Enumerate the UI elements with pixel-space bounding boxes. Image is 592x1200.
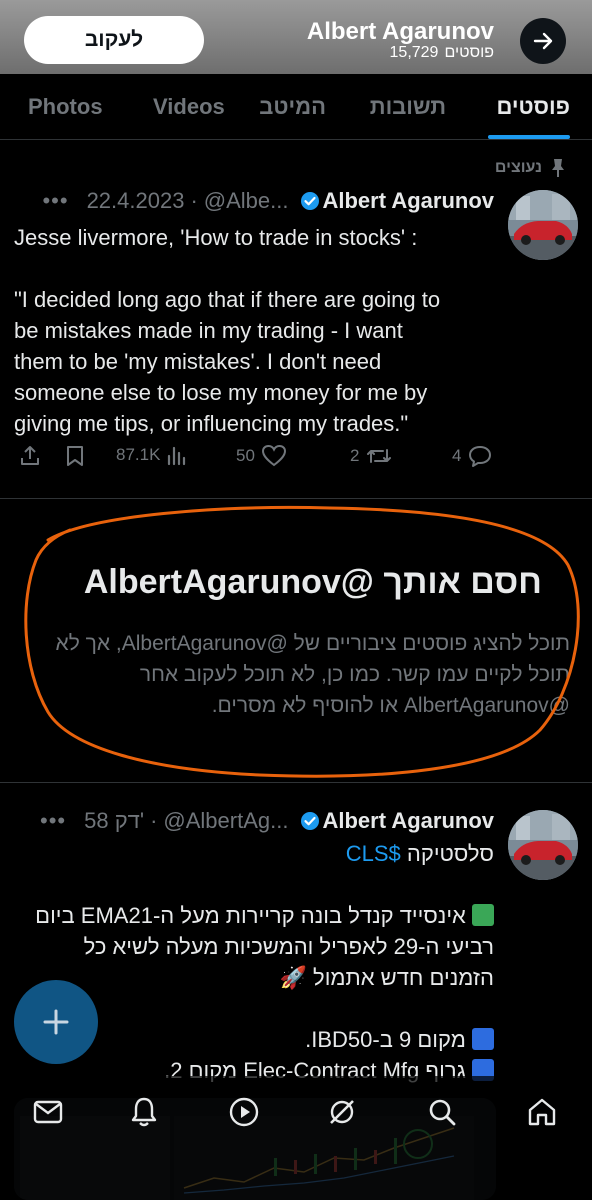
tab-replies[interactable]: תשובות bbox=[370, 94, 446, 120]
more-options-icon[interactable]: ••• bbox=[42, 188, 68, 214]
second-post-line-5: מקום 9 ב-IBD50. bbox=[305, 1024, 494, 1055]
mail-icon bbox=[33, 1100, 63, 1124]
post-text-line: be mistakes made in my trading - I want bbox=[14, 318, 403, 343]
blue-square-emoji-icon bbox=[472, 1028, 494, 1050]
post-divider bbox=[0, 782, 592, 783]
nav-videos[interactable] bbox=[224, 1092, 264, 1132]
post-text-line: רביעי ה-29 לאפריל והמשכיות מעלה לשיא כל bbox=[83, 934, 494, 959]
grok-icon bbox=[330, 1100, 354, 1124]
replies-count: 4 bbox=[452, 446, 462, 465]
bookmark-button[interactable] bbox=[64, 444, 86, 468]
views-count: 87.1K bbox=[116, 445, 161, 464]
like-button[interactable]: 50 bbox=[236, 444, 287, 468]
post-text-line: אינסייד קנדל בונה קריירות מעל ה-EMA21 בי… bbox=[35, 903, 466, 928]
pin-icon bbox=[552, 159, 564, 177]
post-time: 58 דק' bbox=[84, 808, 145, 833]
pinned-label: נעוצים bbox=[494, 159, 542, 176]
repost-icon bbox=[367, 449, 392, 463]
meta-separator: · bbox=[190, 188, 198, 213]
home-icon bbox=[528, 1098, 556, 1126]
post-handle: @Albe... bbox=[203, 188, 289, 213]
post-handle: @AlbertAg... bbox=[163, 808, 289, 833]
arrow-right-icon bbox=[533, 32, 553, 50]
back-button[interactable] bbox=[520, 18, 566, 64]
post-text-prefix: סלסטיקה bbox=[406, 841, 494, 866]
avatar[interactable] bbox=[508, 810, 578, 880]
follow-button[interactable]: לעקוב bbox=[24, 16, 204, 64]
profile-tabs: פוסטים תשובות המיטב Videos Photos bbox=[0, 74, 592, 140]
tab-highlights[interactable]: המיטב bbox=[259, 94, 326, 120]
bell-icon bbox=[131, 1097, 157, 1127]
pinned-post-header: ••• 22.4.2023 · @Albe... Albert Agarunov bbox=[42, 186, 494, 216]
profile-name: Albert Agarunov bbox=[306, 18, 494, 45]
active-tab-indicator bbox=[488, 135, 570, 139]
post-text-line: מקום 9 ב-IBD50. bbox=[305, 1027, 466, 1052]
post-text-line: "I decided long ago that if there are go… bbox=[14, 287, 441, 312]
post-text-line: giving me tips, or influencing my trades… bbox=[14, 411, 409, 436]
bookmark-icon bbox=[67, 446, 83, 466]
post-author[interactable]: Albert Agarunov bbox=[322, 188, 494, 214]
search-icon bbox=[429, 1099, 456, 1126]
post-divider bbox=[0, 498, 592, 499]
heart-icon bbox=[261, 444, 286, 467]
post-text-line: someone else to lose my money for me by bbox=[14, 380, 428, 405]
play-icon bbox=[229, 1097, 259, 1127]
views-chart-icon bbox=[168, 446, 186, 466]
post-text-line: them to be 'my mistakes'. I don't need bbox=[14, 349, 382, 374]
avatar-car-image bbox=[508, 810, 578, 880]
tab-posts[interactable]: פוסטים bbox=[496, 94, 570, 120]
avatar-car-image bbox=[508, 190, 578, 260]
blocked-description: תוכל להציג פוסטים ציבוריים של @AlbertAga… bbox=[55, 632, 570, 717]
reposts-count: 2 bbox=[350, 446, 360, 465]
nav-notifications[interactable] bbox=[124, 1092, 164, 1132]
post-actions: 87.1K 50 2 4 bbox=[14, 444, 494, 474]
nav-messages[interactable] bbox=[28, 1092, 68, 1132]
post-date: 22.4.2023 bbox=[86, 188, 185, 213]
tab-photos[interactable]: Photos bbox=[28, 94, 103, 120]
verified-badge-icon bbox=[301, 812, 320, 830]
profile-header: לעקוב Albert Agarunov פוסטים 15,729 bbox=[0, 0, 592, 74]
reply-button[interactable]: 4 bbox=[452, 444, 493, 468]
nav-grok[interactable] bbox=[322, 1092, 362, 1132]
post-text-line: Jesse livermore, 'How to trade in stocks… bbox=[14, 225, 418, 250]
tab-videos[interactable]: Videos bbox=[153, 94, 225, 120]
reply-bubble-icon bbox=[469, 446, 492, 467]
post-text-line bbox=[14, 253, 494, 284]
share-icon bbox=[21, 446, 39, 465]
second-post-header: ••• 58 דק' · @AlbertAg... Albert Agaruno… bbox=[40, 806, 494, 836]
nav-home[interactable] bbox=[522, 1092, 562, 1132]
share-button[interactable] bbox=[18, 444, 42, 468]
avatar[interactable] bbox=[508, 190, 578, 260]
pinned-post-text: Jesse livermore, 'How to trade in stocks… bbox=[14, 222, 494, 439]
post-text-line: הזמנים חדש אתמול bbox=[313, 965, 494, 990]
likes-count: 50 bbox=[236, 446, 255, 465]
second-post-line-4: הזמנים חדש אתמול 🚀 bbox=[280, 962, 494, 993]
verified-badge-icon bbox=[301, 192, 320, 210]
post-count-label: פוסטים bbox=[444, 44, 494, 61]
bottom-navigation-bar bbox=[0, 1076, 592, 1200]
check-mark-emoji-icon bbox=[472, 904, 494, 926]
plus-icon bbox=[43, 1009, 69, 1035]
second-post-line-1: סלסטיקה $CLS bbox=[346, 838, 494, 869]
blocked-title: חסם אותך @AlbertAgarunov bbox=[83, 563, 542, 601]
post-count-value: 15,729 bbox=[389, 44, 439, 61]
views-button[interactable]: 87.1K bbox=[116, 444, 188, 466]
repost-button[interactable]: 2 bbox=[350, 444, 393, 468]
post-count: פוסטים 15,729 bbox=[390, 44, 494, 62]
second-post-line-2: אינסייד קנדל בונה קריירות מעל ה-EMA21 בי… bbox=[14, 900, 494, 931]
rocket-emoji-icon: 🚀 bbox=[279, 965, 307, 990]
post-author[interactable]: Albert Agarunov bbox=[322, 808, 494, 834]
cashtag-link[interactable]: $CLS bbox=[346, 841, 401, 866]
pinned-indicator: נעוצים bbox=[495, 155, 566, 181]
meta-separator: · bbox=[150, 808, 158, 833]
more-options-icon[interactable]: ••• bbox=[40, 808, 66, 834]
compose-post-button[interactable] bbox=[14, 980, 98, 1064]
nav-search[interactable] bbox=[422, 1092, 462, 1132]
